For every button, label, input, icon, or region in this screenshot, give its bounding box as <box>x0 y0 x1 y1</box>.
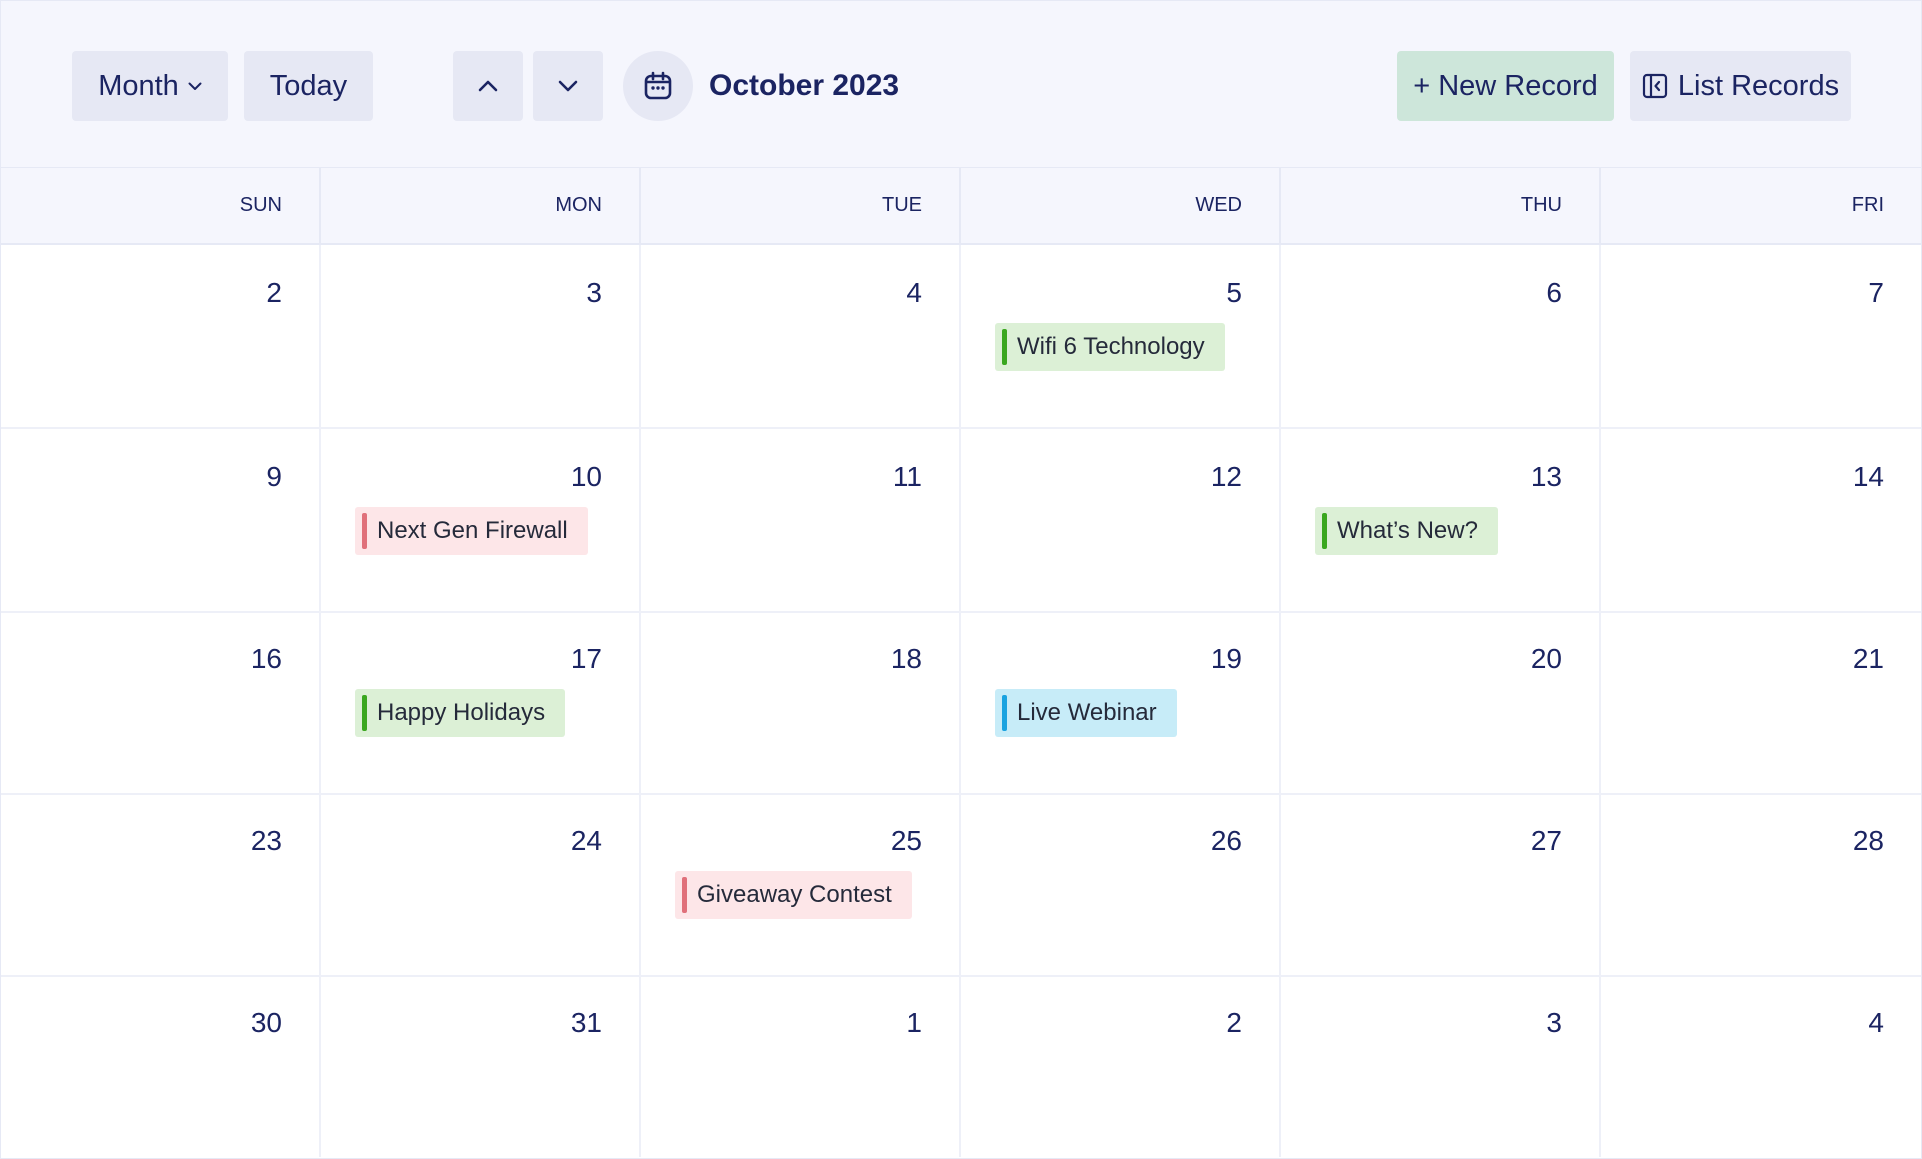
day-number: 4 <box>906 277 922 308</box>
day-cell[interactable]: 6 <box>1281 245 1601 427</box>
day-number: 7 <box>1868 277 1884 308</box>
day-cell[interactable]: 23 <box>1 793 321 975</box>
weekday-header-fri: FRI <box>1851 194 1884 216</box>
day-number: 19 <box>1210 643 1242 674</box>
day-number: 11 <box>892 461 922 492</box>
day-cell[interactable]: 20 <box>1281 611 1601 793</box>
day-cell[interactable]: 24 <box>321 793 641 975</box>
day-number: 13 <box>1530 461 1562 492</box>
day-cell[interactable]: 11 <box>641 429 961 611</box>
current-month-title: October 2023 <box>709 69 900 102</box>
day-number: 27 <box>1530 825 1562 856</box>
day-cell[interactable]: 31 <box>321 975 641 1157</box>
day-number: 12 <box>1210 461 1242 492</box>
event-chip[interactable]: Next Gen Firewall <box>355 507 588 555</box>
day-number: 10 <box>570 461 602 492</box>
day-cell[interactable]: 1 <box>641 975 961 1157</box>
day-number: 6 <box>1546 277 1562 308</box>
new-record-button[interactable]: + New Record <box>1397 51 1614 121</box>
weekday-header-thu: THU <box>1281 168 1601 243</box>
chevron-down-icon <box>558 80 578 92</box>
day-cell[interactable]: 5 Wifi 6 Technology <box>961 245 1281 427</box>
day-cell[interactable]: 17 Happy Holidays <box>321 611 641 793</box>
day-number: 20 <box>1530 643 1562 674</box>
day-number: 16 <box>250 643 282 674</box>
chevron-up-icon <box>478 80 498 92</box>
sidebar-collapse-icon <box>1642 73 1668 99</box>
day-cell[interactable]: 3 <box>321 245 641 427</box>
day-cell[interactable]: 13 What’s New? <box>1281 429 1601 611</box>
day-cell[interactable]: 19 Live Webinar <box>961 611 1281 793</box>
day-cell[interactable]: 27 <box>1281 793 1601 975</box>
day-number: 9 <box>266 461 282 492</box>
event-chip[interactable]: Giveaway Contest <box>675 871 912 919</box>
weekday-header-sun: SUN <box>1 168 321 243</box>
day-cell[interactable]: 14 <box>1601 429 1921 611</box>
event-chip[interactable]: What’s New? <box>1315 507 1498 555</box>
chevron-down-icon <box>188 82 202 91</box>
week-row: 16 17 Happy Holidays 18 19 Live Webinar … <box>1 611 1921 795</box>
day-cell[interactable]: 16 <box>1 611 321 793</box>
day-cell[interactable]: 10 Next Gen Firewall <box>321 429 641 611</box>
calendar-picker-button[interactable] <box>623 51 693 121</box>
week-row: 2 3 4 5 Wifi 6 Technology 6 7 <box>1 245 1921 429</box>
day-cell[interactable]: 21 <box>1601 611 1921 793</box>
day-number: 1 <box>906 1007 922 1038</box>
day-cell[interactable]: 3 <box>1281 975 1601 1157</box>
list-records-label: List Records <box>1677 69 1840 102</box>
day-cell[interactable]: 9 <box>1 429 321 611</box>
list-records-button[interactable]: List Records <box>1630 51 1851 121</box>
calendar-toolbar: Month Today October 2023 + New Record Li… <box>1 1 1921 169</box>
day-number: 5 <box>1226 277 1242 308</box>
view-select-button[interactable]: Month <box>72 51 228 121</box>
weekday-header-wed: WED <box>961 168 1281 243</box>
day-number: 25 <box>890 825 922 856</box>
day-cell[interactable]: 2 <box>961 975 1281 1157</box>
day-number: 4 <box>1868 1007 1884 1038</box>
new-record-label: + New Record <box>1413 69 1598 102</box>
day-number: 18 <box>890 643 922 674</box>
day-number: 3 <box>1546 1007 1562 1038</box>
day-number: 30 <box>250 1007 282 1038</box>
view-select-label: Month <box>98 69 179 102</box>
calendar-icon <box>643 71 673 101</box>
day-cell[interactable]: 18 <box>641 611 961 793</box>
day-cell[interactable]: 4 <box>1601 975 1921 1157</box>
weekday-header-tue: TUE <box>641 168 961 243</box>
day-cell[interactable]: 26 <box>961 793 1281 975</box>
day-number: 2 <box>1226 1007 1242 1038</box>
day-number: 14 <box>1852 461 1884 492</box>
event-chip[interactable]: Wifi 6 Technology <box>995 323 1225 371</box>
today-label: Today <box>269 69 348 102</box>
day-cell[interactable]: 30 <box>1 975 321 1157</box>
day-cell[interactable]: 7 <box>1601 245 1921 427</box>
week-row: 23 24 25 Giveaway Contest 26 27 28 <box>1 793 1921 977</box>
day-number: 17 <box>570 643 602 674</box>
day-cell[interactable]: 28 <box>1601 793 1921 975</box>
previous-month-button[interactable] <box>453 51 523 121</box>
week-row: 9 10 Next Gen Firewall 11 12 13 What’s N… <box>1 429 1921 613</box>
day-cell[interactable]: 2 <box>1 245 321 427</box>
day-number: 2 <box>266 277 282 308</box>
event-chip[interactable]: Happy Holidays <box>355 689 566 737</box>
today-button[interactable]: Today <box>244 51 373 121</box>
day-number: 23 <box>250 825 282 856</box>
event-chip[interactable]: Live Webinar <box>995 689 1177 737</box>
weekday-header-mon: MON <box>321 168 641 243</box>
day-number: 21 <box>1852 643 1884 674</box>
day-cell[interactable]: 25 Giveaway Contest <box>641 793 961 975</box>
day-cell[interactable]: 12 <box>961 429 1281 611</box>
day-number: 26 <box>1210 825 1242 856</box>
day-number: 3 <box>586 277 602 308</box>
week-row: 30 31 1 2 3 4 <box>1 975 1921 1157</box>
day-number: 24 <box>570 825 602 856</box>
day-cell[interactable]: 4 <box>641 245 961 427</box>
weekday-header-row: SUN MON TUE WED THU FRI <box>1 168 1921 245</box>
day-number: 31 <box>570 1007 602 1038</box>
next-month-button[interactable] <box>533 51 603 121</box>
day-number: 28 <box>1852 825 1884 856</box>
